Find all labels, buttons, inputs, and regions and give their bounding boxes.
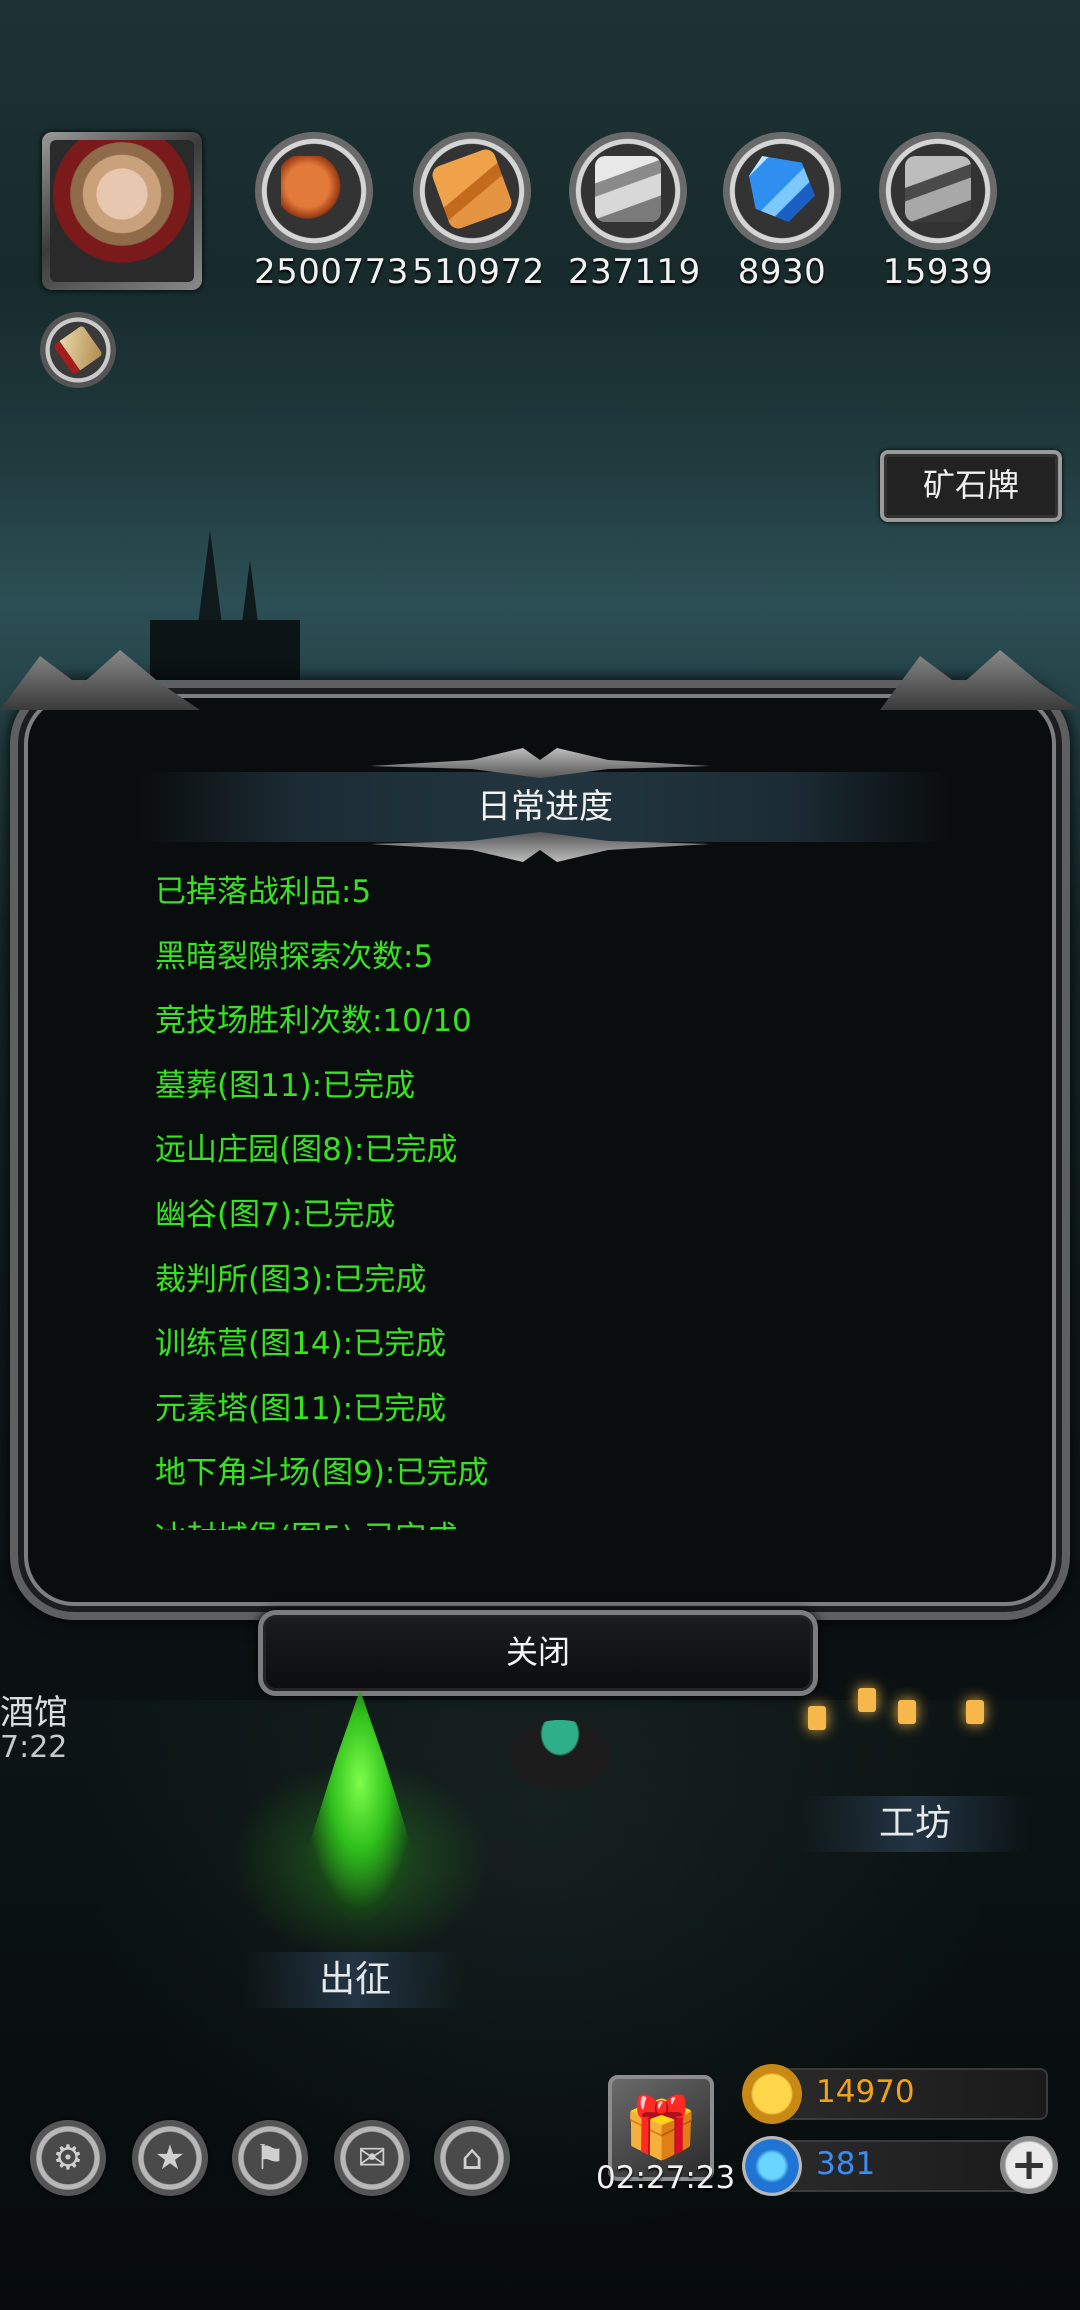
resource-value: 15939: [882, 252, 994, 292]
star-icon: ★: [154, 2138, 186, 2178]
resource-wood[interactable]: 510972: [412, 132, 545, 292]
resource-value: 510972: [412, 252, 545, 292]
progress-item: 已掉落战利品:5: [155, 874, 372, 910]
mail-icon: ✉: [357, 2138, 387, 2178]
resource-value: 2500773: [254, 252, 409, 292]
window-light: [858, 1688, 876, 1712]
resource-crystal[interactable]: 8930: [722, 132, 842, 292]
progress-item: 远山庄园(图8):已完成: [155, 1132, 458, 1169]
resource-value: 8930: [737, 252, 827, 292]
gift-timer: 02:27:23: [596, 2160, 736, 2196]
gear-icon: ⚙: [52, 2138, 84, 2178]
progress-item: 墓葬(图11):已完成: [155, 1067, 416, 1104]
shop-button[interactable]: ⌂: [434, 2120, 510, 2196]
mail-button[interactable]: ✉: [334, 2120, 410, 2196]
resource-meat[interactable]: 2500773: [254, 132, 409, 292]
player-avatar[interactable]: [42, 132, 202, 290]
progress-item: 黑暗裂隙探索次数:5: [155, 938, 434, 975]
crystal-icon: [723, 132, 841, 250]
progress-item: 冰封城堡(图5):已完成: [155, 1506, 915, 1530]
march-label[interactable]: 出征: [245, 1952, 465, 2008]
progress-item: 裁判所(图3):已完成: [155, 1261, 427, 1298]
scroll-button[interactable]: [40, 312, 116, 388]
avatar-portrait: [50, 140, 194, 282]
ore-plate-button[interactable]: 矿石牌: [880, 450, 1062, 522]
add-gems-button[interactable]: +: [1000, 2136, 1058, 2194]
progress-item: 元素塔(图11):已完成: [155, 1390, 447, 1427]
window-light: [898, 1700, 916, 1724]
banner-icon: ⚑: [254, 2138, 286, 2178]
window-light: [966, 1700, 984, 1724]
wood-icon: [413, 132, 531, 250]
resource-iron[interactable]: 237119: [568, 132, 701, 292]
guild-button[interactable]: ⚑: [232, 2120, 308, 2196]
shop-icon: ⌂: [461, 2138, 483, 2178]
gem-amount: 381: [816, 2146, 876, 2182]
gold-amount: 14970: [816, 2074, 915, 2110]
settings-button[interactable]: ⚙: [30, 2120, 106, 2196]
cauldron: [510, 1720, 610, 1790]
workshop-label[interactable]: 工坊: [800, 1796, 1030, 1852]
progress-item: 竞技场胜利次数:10/10: [155, 1003, 472, 1040]
tavern-label[interactable]: 酒馆: [0, 1685, 68, 1734]
progress-item: 幽谷(图7):已完成: [155, 1196, 396, 1233]
resource-steel[interactable]: 15939: [878, 132, 998, 292]
achievement-button[interactable]: ★: [132, 2120, 208, 2196]
gold-coin-icon: [742, 2064, 802, 2124]
close-button[interactable]: 关闭: [258, 1610, 818, 1696]
ground-glow: [0, 1600, 1080, 2310]
scroll-icon: [52, 324, 104, 376]
progress-item: 训练营(图14):已完成: [155, 1326, 447, 1363]
progress-item: 地下角斗场(图9):已完成: [155, 1455, 489, 1492]
window-light: [808, 1706, 826, 1730]
steel-icon: [879, 132, 997, 250]
iron-icon: [569, 132, 687, 250]
dialog-title: 日常进度: [477, 787, 613, 827]
resource-value: 237119: [568, 252, 701, 292]
gem-icon: [742, 2136, 802, 2196]
meat-icon: [255, 132, 373, 250]
progress-list[interactable]: 已掉落战利品:5 黑暗裂隙探索次数:5 竞技场胜利次数:10/10 墓葬(图11…: [155, 860, 915, 1530]
dialog-ornament: [880, 650, 1080, 710]
tavern-timer: 7:22: [0, 1730, 68, 1765]
